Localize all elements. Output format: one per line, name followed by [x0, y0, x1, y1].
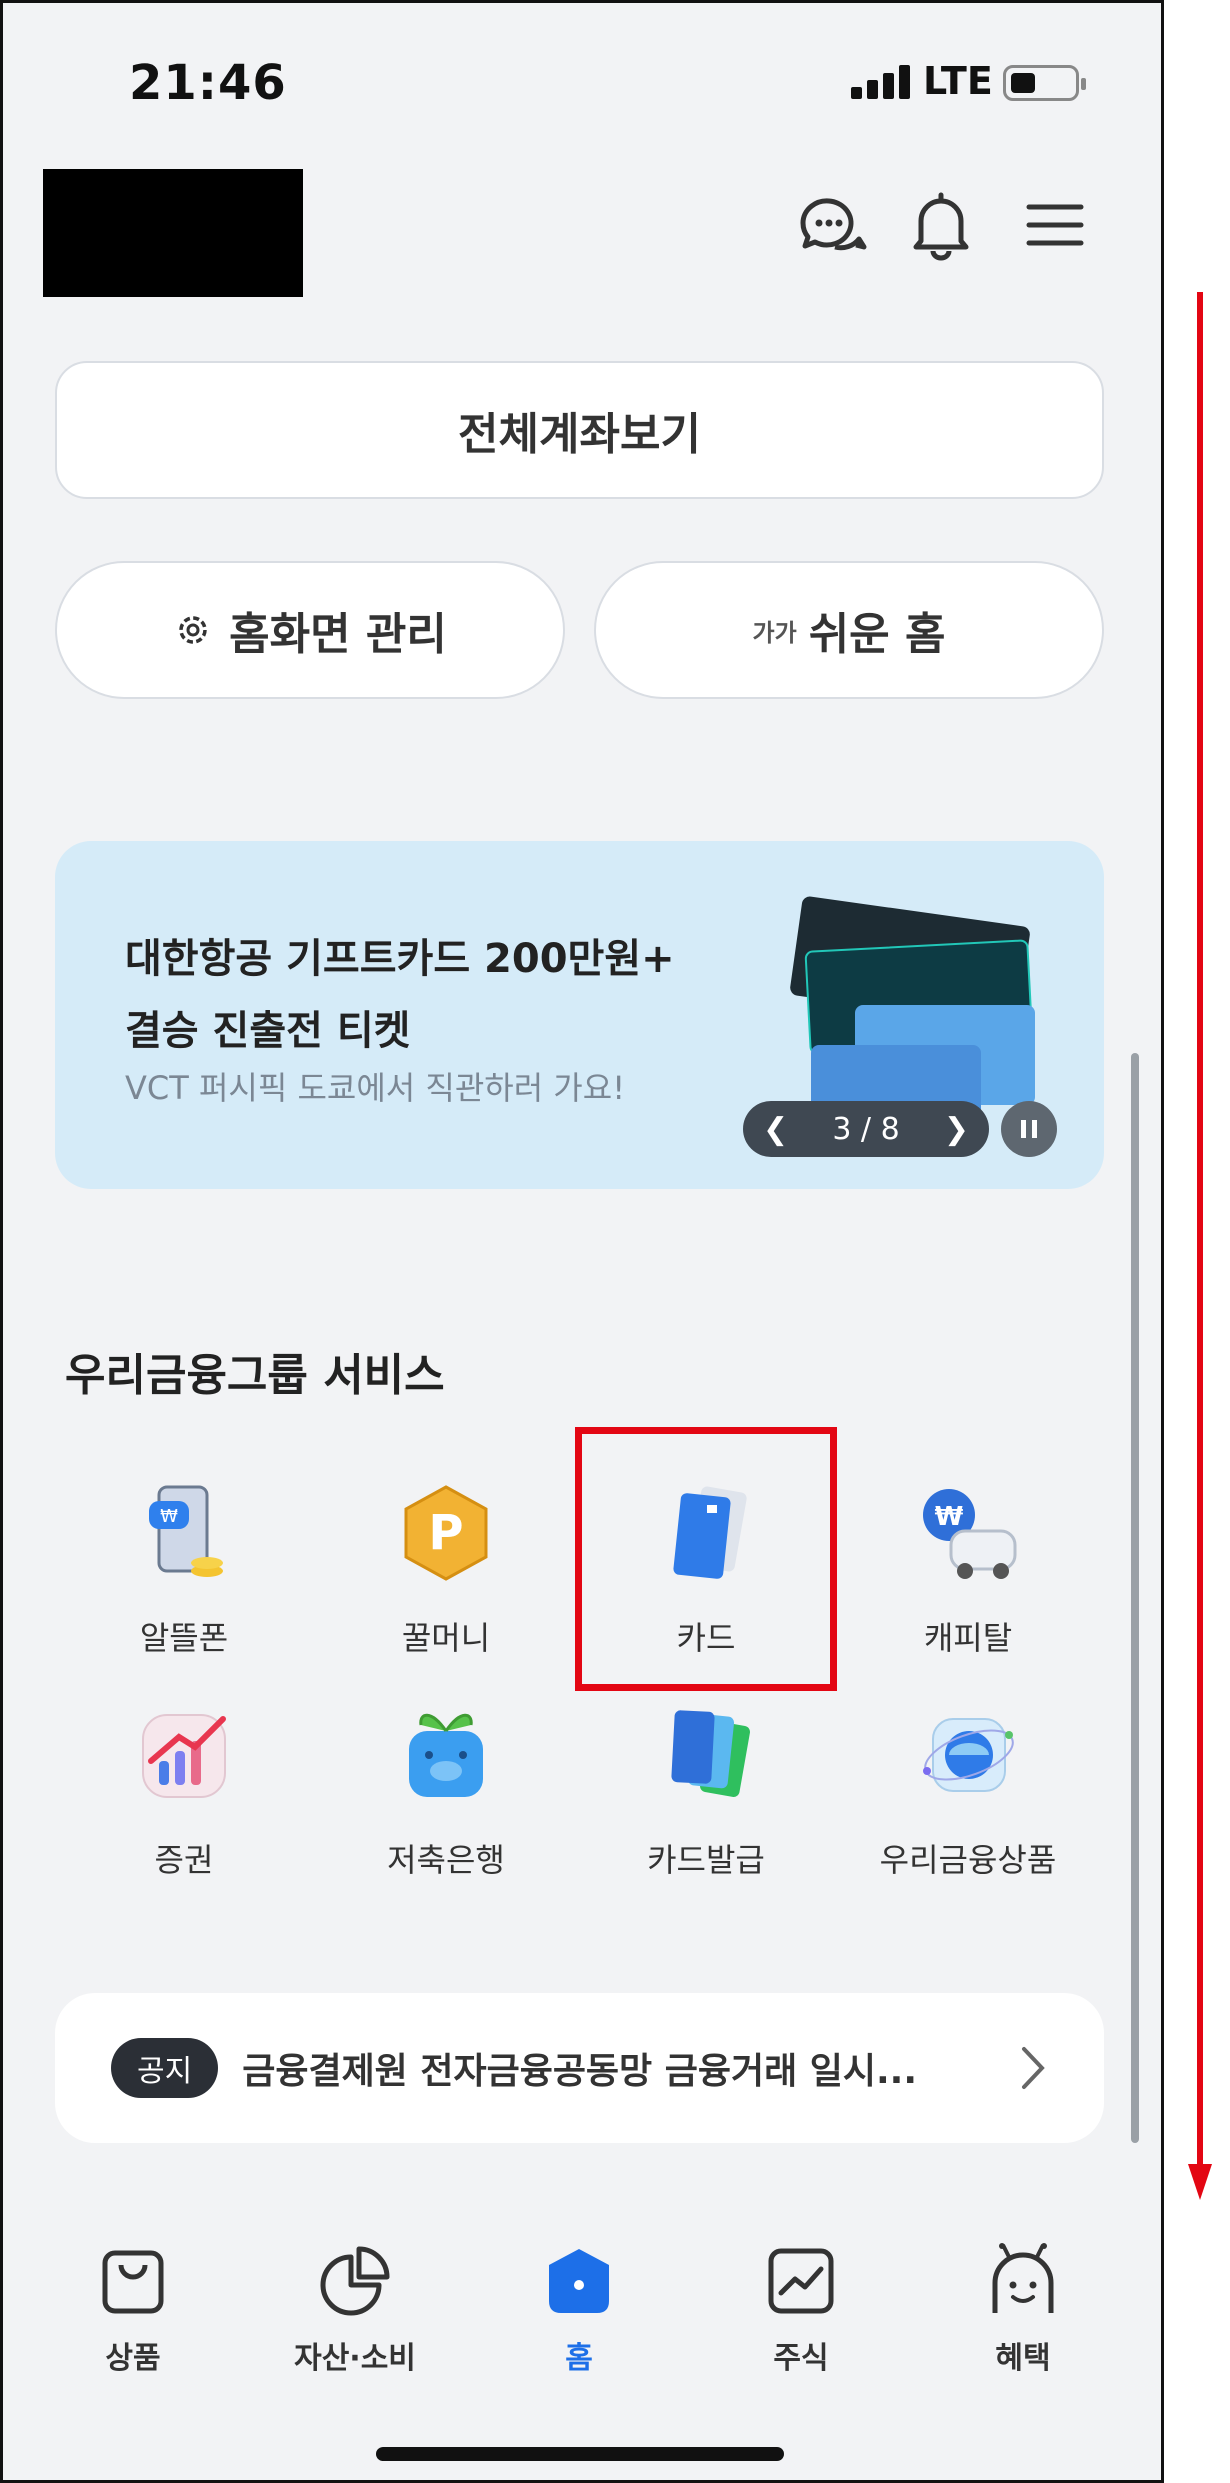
- piggy-icon: [409, 1713, 483, 1797]
- notice-tag: 공지: [111, 2038, 219, 2098]
- easy-home-label: 쉬운 홈: [808, 609, 946, 660]
- tab-products[interactable]: 상품: [53, 2243, 213, 2377]
- chat-icon[interactable]: [789, 185, 869, 265]
- banner-title: 대한항공 기프트카드 200만원+ 결승 진출전 티켓: [125, 936, 675, 1054]
- coin-icon: P: [404, 1485, 488, 1581]
- service-label: 우리금융상품: [879, 1841, 1057, 1879]
- tab-stocks[interactable]: 주식: [721, 2243, 881, 2377]
- view-all-accounts-button[interactable]: 전체계좌보기: [55, 361, 1104, 499]
- notice-text: 금융결제원 전자금융공동망 금융거래 일시...: [242, 2051, 917, 2092]
- tab-assets[interactable]: 자산·소비: [275, 2243, 435, 2377]
- network-label: LTE: [923, 59, 993, 103]
- home-indicator: [376, 2447, 784, 2461]
- service-item-card-issue[interactable]: 카드발급: [581, 1701, 831, 1881]
- service-item-savings-bank[interactable]: 저축은행: [321, 1701, 571, 1881]
- svg-text:P: P: [428, 1505, 463, 1561]
- menu-icon[interactable]: [1015, 185, 1095, 265]
- svg-text:₩: ₩: [935, 1502, 964, 1532]
- chart-icon: [142, 1714, 226, 1798]
- service-item-honey-money[interactable]: P 꿀머니: [321, 1479, 571, 1659]
- chevron-right-icon[interactable]: [1020, 2045, 1046, 2091]
- service-item-woori-products[interactable]: 우리금융상품: [843, 1701, 1093, 1881]
- tab-label: 주식: [773, 2341, 829, 2376]
- phone-screen: 21:46 LTE 전체계좌보기 홈화면 관리 가가 쉬운 홈 대한항공 기프트…: [0, 0, 1164, 2483]
- next-icon[interactable]: ❯: [944, 1112, 969, 1147]
- service-label: 증권: [154, 1841, 214, 1879]
- service-label: 캐피탈: [923, 1619, 1013, 1657]
- signal-icon: [851, 65, 911, 99]
- tab-label: 상품: [105, 2341, 161, 2376]
- service-label: 꿀머니: [401, 1619, 491, 1657]
- font-size-icon: 가가: [752, 618, 797, 647]
- benefit-icon: [992, 2243, 1054, 2313]
- gear-icon: [179, 616, 207, 644]
- stock-icon: [768, 2248, 834, 2314]
- tab-benefits[interactable]: 혜택: [943, 2243, 1103, 2377]
- status-time: 21:46: [129, 55, 287, 111]
- tab-label: 혜택: [995, 2341, 1051, 2376]
- home-icon: [549, 2249, 609, 2313]
- banner-pager[interactable]: ❮ 3 / 8 ❯: [743, 1101, 989, 1157]
- phone-icon: ₩: [149, 1485, 223, 1577]
- prev-icon[interactable]: ❮: [763, 1112, 788, 1147]
- service-item-securities[interactable]: 증권: [59, 1701, 309, 1881]
- pager-count: 3 / 8: [832, 1111, 900, 1147]
- pie-icon: [320, 2246, 390, 2316]
- redacted-logo: [43, 169, 303, 297]
- banner-subtitle: VCT 퍼시픽 도쿄에서 직관하러 가요!: [125, 1069, 626, 1107]
- promo-banner[interactable]: 대한항공 기프트카드 200만원+ 결승 진출전 티켓 VCT 퍼시픽 도쿄에서…: [55, 841, 1104, 1189]
- bell-icon[interactable]: [901, 185, 981, 265]
- service-item-phone[interactable]: ₩ 알뜰폰: [59, 1479, 309, 1659]
- service-item-capital[interactable]: ₩ 캐피탈: [843, 1479, 1093, 1659]
- svg-text:₩: ₩: [160, 1506, 178, 1527]
- notice-bar[interactable]: 공지 금융결제원 전자금융공동망 금융거래 일시...: [55, 1993, 1104, 2143]
- home-manage-button[interactable]: 홈화면 관리: [55, 561, 565, 699]
- cards-icon: [671, 1710, 750, 1797]
- tab-label: 자산·소비: [294, 2341, 416, 2376]
- bag-icon: [102, 2250, 164, 2314]
- scroll-down-arrow-annotation: [1188, 292, 1212, 2200]
- globe-icon: [923, 1718, 1014, 1792]
- easy-home-button[interactable]: 가가 쉬운 홈: [594, 561, 1104, 699]
- tab-home[interactable]: 홈: [499, 2243, 659, 2377]
- home-manage-label: 홈화면 관리: [229, 609, 447, 660]
- service-label: 알뜰폰: [139, 1619, 229, 1657]
- car-icon: ₩: [923, 1489, 1017, 1579]
- services-title: 우리금융그룹 서비스: [65, 1350, 445, 1401]
- pause-icon[interactable]: [1001, 1101, 1057, 1157]
- service-label: 카드발급: [647, 1841, 765, 1879]
- card-highlight-box: [575, 1427, 837, 1691]
- service-label: 저축은행: [387, 1841, 505, 1879]
- scrollbar[interactable]: [1131, 1053, 1139, 2143]
- battery-icon: [1003, 65, 1086, 101]
- tab-label: 홈: [565, 2341, 593, 2376]
